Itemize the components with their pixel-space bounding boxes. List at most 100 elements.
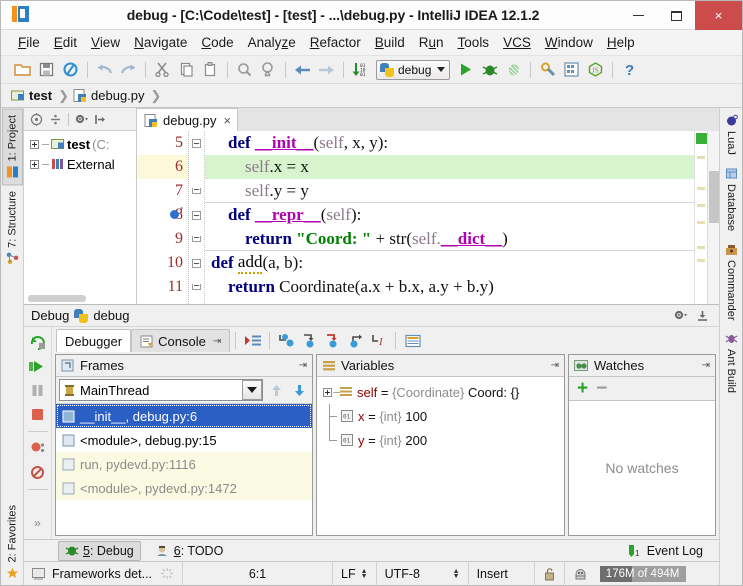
menu-view[interactable]: View <box>84 32 127 53</box>
variables-tree[interactable]: self = {Coordinate} Coord: {} 01 x = {in… <box>317 377 564 535</box>
frameworks-status[interactable]: Frameworks det... <box>24 561 184 586</box>
code-folding-gutter[interactable] <box>189 131 205 304</box>
menu-vcs[interactable]: VCS <box>496 32 538 53</box>
compile-icon[interactable]: 01 10 01 <box>349 59 372 81</box>
breadcrumb-item-test[interactable]: test <box>9 88 58 103</box>
fold-marker-end[interactable] <box>189 275 204 299</box>
maximize-button[interactable] <box>657 1 695 30</box>
caret-position[interactable]: 6:1 <box>183 561 334 586</box>
run-with-coverage-icon[interactable] <box>502 59 525 81</box>
menu-refactor[interactable]: Refactor <box>303 32 368 53</box>
inspection-status-icon[interactable] <box>696 133 707 144</box>
sidebar-item-commander[interactable]: Commander <box>722 237 741 327</box>
tab-debugger[interactable]: Debugger <box>56 329 132 352</box>
evaluate-expression-icon[interactable] <box>401 330 424 351</box>
warning-stripe[interactable] <box>697 156 705 159</box>
redo-icon[interactable] <box>117 59 140 81</box>
menu-analyze[interactable]: Analyze <box>241 32 303 53</box>
error-stripe-markers[interactable] <box>694 131 707 304</box>
close-icon[interactable]: × <box>224 113 232 128</box>
step-out-icon[interactable] <box>344 330 367 351</box>
frame-list-item[interactable]: <module>, pydevd.py:1472 <box>56 476 312 500</box>
menu-run[interactable]: Run <box>412 32 451 53</box>
fold-marker[interactable] <box>189 251 204 275</box>
menu-tools[interactable]: Tools <box>451 32 497 53</box>
tree-node-test[interactable]: test (C: <box>26 134 136 154</box>
sidebar-item-project[interactable]: 1: Project <box>1 108 23 186</box>
step-into-icon[interactable] <box>298 330 321 351</box>
tab-console[interactable]: Console ⇥ <box>131 329 231 352</box>
pin-icon[interactable]: ⇥ <box>213 336 221 347</box>
warning-stripe[interactable] <box>697 221 705 224</box>
arrow-up-icon[interactable] <box>266 379 286 401</box>
menu-build[interactable]: Build <box>368 32 412 53</box>
collapse-all-icon[interactable] <box>47 111 64 128</box>
expand-icon[interactable] <box>323 387 332 397</box>
variable-row[interactable]: 01 x = {int} 100 <box>317 404 564 428</box>
warning-stripe[interactable] <box>697 259 705 262</box>
code-editor[interactable]: 5 6 7 8 9 10 11 ↑ def __init__ (self , … <box>137 131 719 304</box>
gear-icon[interactable] <box>672 307 689 324</box>
back-icon[interactable] <box>291 59 314 81</box>
menu-code[interactable]: Code <box>194 32 240 53</box>
expand-icon[interactable] <box>30 139 39 149</box>
project-structure-icon[interactable] <box>560 59 583 81</box>
gear-icon[interactable] <box>73 111 90 128</box>
sidebar-item-favorites[interactable]: 2: Favorites <box>3 499 22 585</box>
add-watch-button[interactable]: + <box>577 379 588 398</box>
show-execution-point-icon[interactable] <box>241 330 264 351</box>
breadcrumb-item-debug-py[interactable]: debug.py <box>71 88 151 103</box>
run-configuration-selector[interactable]: debug <box>376 59 451 80</box>
expand-icon[interactable] <box>30 159 39 169</box>
fold-marker-end[interactable] <box>189 227 204 251</box>
stop-icon[interactable] <box>27 404 49 425</box>
variable-row[interactable]: 01 y = {int} 200 <box>317 428 564 452</box>
menu-window[interactable]: Window <box>538 32 600 53</box>
fold-marker[interactable] <box>189 131 204 155</box>
target-icon[interactable] <box>28 111 45 128</box>
sidebar-item-database[interactable]: Database <box>722 161 741 237</box>
hector-icon[interactable] <box>565 562 596 586</box>
pause-icon[interactable] <box>27 380 49 401</box>
undo-icon[interactable] <box>93 59 116 81</box>
debug-icon[interactable] <box>478 59 501 81</box>
pin-icon[interactable]: ⇥ <box>299 360 307 371</box>
pin-icon[interactable]: ⇥ <box>702 360 710 371</box>
find-usages-icon[interactable] <box>257 59 280 81</box>
remove-watch-button[interactable]: − <box>596 379 607 398</box>
fold-marker[interactable] <box>189 203 204 227</box>
paste-icon[interactable] <box>199 59 222 81</box>
settings-icon[interactable] <box>536 59 559 81</box>
close-button[interactable]: × <box>695 1 742 30</box>
memory-indicator[interactable]: 176M of 494M <box>599 565 686 582</box>
forward-icon[interactable] <box>315 59 338 81</box>
warning-stripe[interactable] <box>697 246 705 249</box>
editor-tab-debug-py[interactable]: debug.py × <box>137 108 239 131</box>
code-text-area[interactable]: def __init__(self, x, y): self .x = x sel… <box>205 131 694 304</box>
find-icon[interactable] <box>233 59 256 81</box>
menu-edit[interactable]: Edit <box>47 32 84 53</box>
save-all-icon[interactable] <box>35 59 58 81</box>
sidebar-item-ant-build[interactable]: Ant Build <box>722 326 741 399</box>
view-breakpoints-icon[interactable] <box>27 438 49 459</box>
horizontal-scrollbar[interactable] <box>28 295 86 302</box>
menu-file[interactable]: File <box>11 32 47 53</box>
frames-list[interactable]: __init__, debug.py:6 <module>, debug.py:… <box>56 404 312 535</box>
event-log-button[interactable]: 1 Event Log <box>621 542 709 560</box>
frame-list-item[interactable]: <module>, debug.py:15 <box>56 428 312 452</box>
resume-icon[interactable] <box>27 356 49 377</box>
toolwindow-button-todo[interactable]: 6: TODO <box>149 542 230 560</box>
line-separator-selector[interactable]: LF ▲ ▼ <box>333 561 377 586</box>
sidebar-item-luaj[interactable]: LuaJ <box>722 108 741 161</box>
frame-list-item[interactable]: __init__, debug.py:6 <box>56 404 312 428</box>
more-icon[interactable]: » <box>27 512 49 533</box>
warning-stripe[interactable] <box>697 187 705 190</box>
menu-help[interactable]: Help <box>600 32 642 53</box>
copy-icon[interactable] <box>175 59 198 81</box>
chevron-down-icon[interactable] <box>242 380 262 400</box>
run-to-cursor-icon[interactable]: I <box>367 330 390 351</box>
menu-navigate[interactable]: Navigate <box>127 32 194 53</box>
fold-marker-end[interactable] <box>189 179 204 203</box>
mute-breakpoints-icon[interactable] <box>27 462 49 483</box>
scrollbar-thumb[interactable] <box>709 171 719 223</box>
